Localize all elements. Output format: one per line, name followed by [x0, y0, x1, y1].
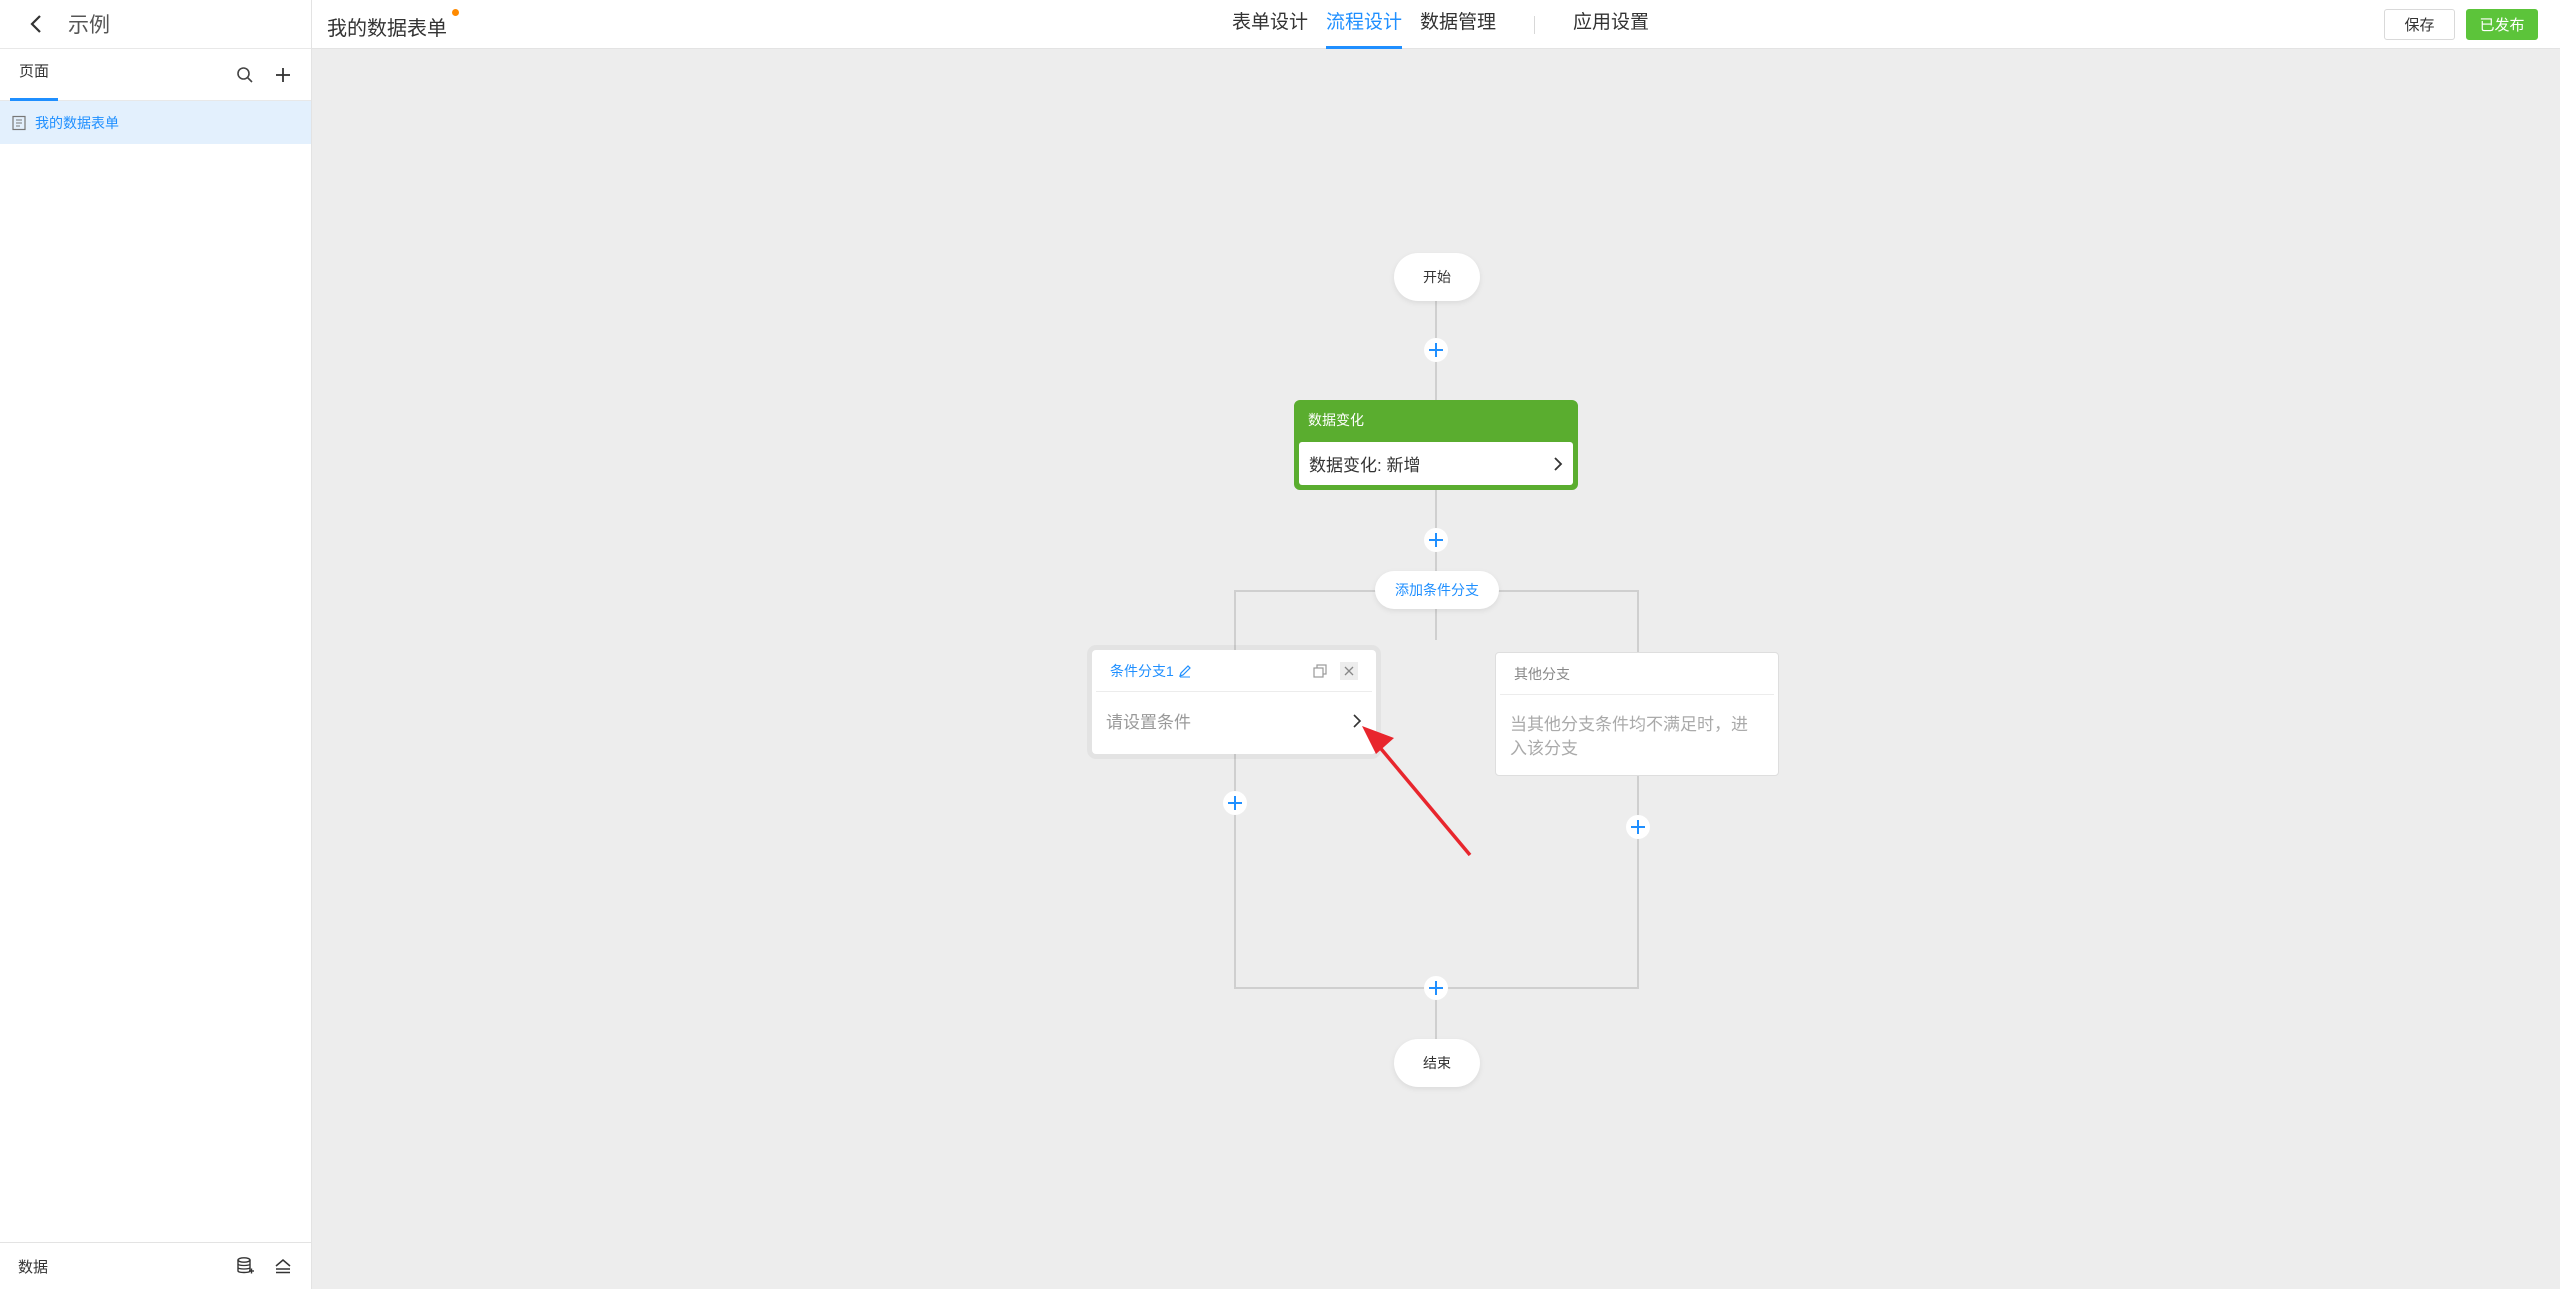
form-title: 我的数据表单 — [327, 18, 447, 40]
annotation-arrow — [1362, 726, 1472, 857]
collapse-icon[interactable] — [273, 1256, 293, 1276]
sidebar-item-my-form[interactable]: 我的数据表单 — [0, 101, 311, 144]
tab-form-design[interactable]: 表单设计 — [1232, 0, 1308, 49]
other-branch[interactable]: 其他分支 当其他分支条件均不满足时，进入该分支 — [1495, 652, 1779, 776]
branch-name: 条件分支1 — [1110, 662, 1174, 679]
sidebar-item-label: 我的数据表单 — [35, 114, 119, 131]
close-icon[interactable] — [1340, 661, 1358, 680]
top-bar: 我的数据表单 表单设计 流程设计 数据管理 应用设置 保存 已发布 — [312, 0, 2560, 49]
plus-icon — [1631, 820, 1645, 834]
sidebar-footer: 数据 — [0, 1242, 311, 1289]
main-tabs: 表单设计 流程设计 数据管理 应用设置 — [1232, 0, 1649, 49]
tab-app-settings[interactable]: 应用设置 — [1573, 0, 1649, 49]
connector-line — [1435, 490, 1437, 640]
branch-header: 其他分支 — [1500, 653, 1774, 695]
add-node-button[interactable] — [1424, 976, 1448, 1000]
save-button[interactable]: 保存 — [2384, 9, 2455, 40]
trigger-setting-text: 数据变化: 新增 — [1309, 456, 1421, 475]
tab-flow-design[interactable]: 流程设计 — [1326, 0, 1403, 49]
branch-right-line — [1637, 590, 1639, 988]
sidebar-header: 示例 — [0, 0, 311, 49]
flow-canvas: 开始 数据变化 数据变化: 新增 添加条件分支 条件分支1 请设置条件 其他分支… — [312, 50, 2560, 1289]
branch-name: 其他分支 — [1514, 665, 1570, 682]
end-node: 结束 — [1394, 1039, 1480, 1087]
sidebar: 示例 页面 我的数据表单 数据 — [0, 0, 312, 1289]
edit-icon[interactable] — [1178, 664, 1192, 678]
copy-icon[interactable] — [1312, 663, 1328, 679]
tab-pages[interactable]: 页面 — [10, 49, 59, 101]
chevron-right-icon — [1554, 456, 1563, 471]
trigger-node[interactable]: 数据变化 数据变化: 新增 — [1294, 400, 1578, 490]
plus-icon — [1429, 533, 1443, 547]
plus-icon — [1429, 981, 1443, 995]
search-icon[interactable] — [235, 65, 255, 85]
trigger-setting[interactable]: 数据变化: 新增 — [1299, 442, 1573, 485]
plus-icon — [1429, 343, 1443, 357]
condition-branch-1[interactable]: 条件分支1 请设置条件 — [1092, 650, 1376, 754]
unsaved-dot — [452, 9, 459, 16]
branch-condition-text: 请设置条件 — [1106, 713, 1191, 732]
trigger-title: 数据变化 — [1308, 412, 1364, 428]
form-icon — [12, 115, 26, 130]
data-label: 数据 — [18, 1258, 49, 1276]
plus-icon — [1228, 796, 1242, 810]
back-arrow-icon[interactable] — [22, 10, 50, 38]
add-node-button[interactable] — [1223, 791, 1247, 815]
nav-divider — [1534, 15, 1536, 34]
branch-condition-setting[interactable]: 请设置条件 — [1092, 692, 1376, 749]
publish-button[interactable]: 已发布 — [2466, 9, 2538, 40]
start-node: 开始 — [1394, 253, 1480, 301]
add-node-button[interactable] — [1424, 528, 1448, 552]
app-name: 示例 — [68, 14, 110, 37]
database-icon[interactable] — [235, 1256, 255, 1276]
branch-header: 条件分支1 — [1096, 650, 1372, 692]
add-node-button[interactable] — [1424, 338, 1448, 362]
tab-data-management[interactable]: 数据管理 — [1420, 0, 1496, 49]
add-branch-button[interactable]: 添加条件分支 — [1375, 571, 1499, 609]
sidebar-tabs: 页面 — [0, 49, 311, 101]
add-page-icon[interactable] — [273, 65, 293, 85]
add-node-button[interactable] — [1626, 815, 1650, 839]
branch-description: 当其他分支条件均不满足时，进入该分支 — [1510, 715, 1748, 758]
